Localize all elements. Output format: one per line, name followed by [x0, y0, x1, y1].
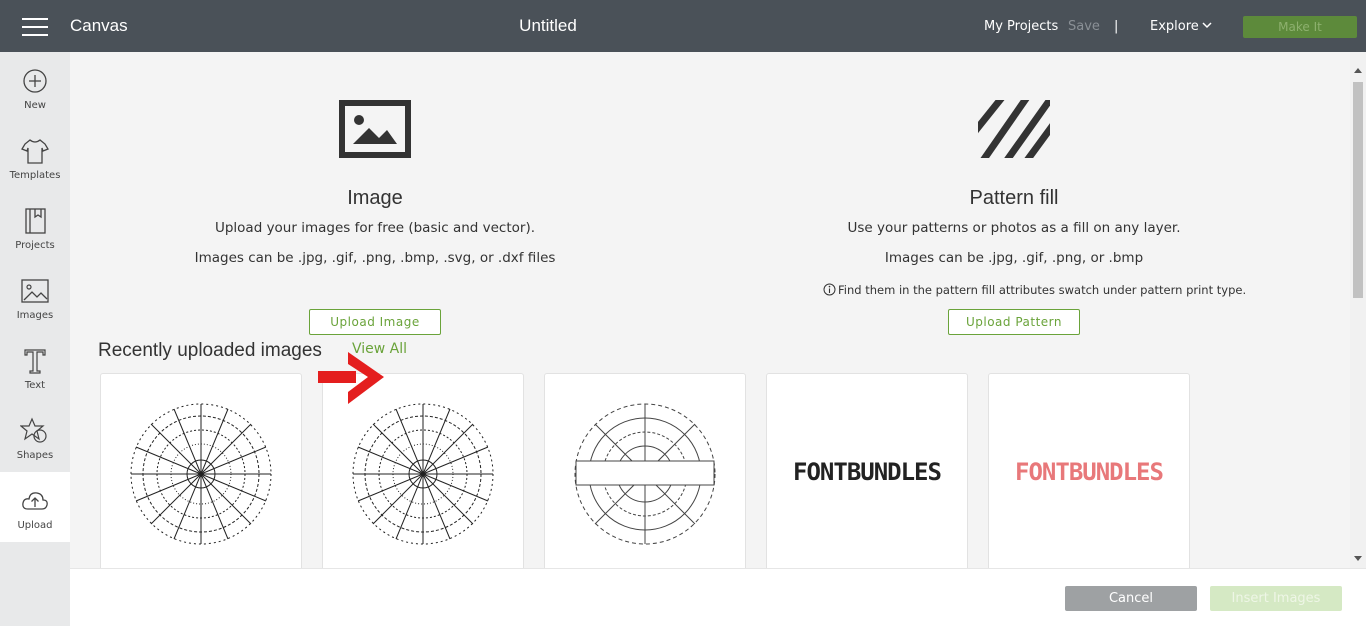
- shirt-icon: [21, 139, 49, 164]
- footer-bar: Cancel Insert Images: [70, 568, 1366, 627]
- info-icon: [823, 283, 836, 296]
- upload-image-button[interactable]: Upload Image: [309, 309, 441, 335]
- sidebar-item-shapes[interactable]: Shapes: [0, 402, 70, 472]
- pattern-section-note: Find them in the pattern fill attributes…: [838, 283, 1247, 297]
- sidebar-item-new[interactable]: New: [0, 52, 70, 122]
- left-sidebar: New Templates Projects Images Text Shape…: [0, 52, 70, 626]
- sidebar-item-label: Images: [16, 310, 54, 321]
- sidebar-item-label: Templates: [9, 170, 61, 181]
- sidebar-item-label: Upload: [17, 520, 53, 531]
- save-link[interactable]: Save: [1068, 19, 1100, 34]
- recent-image-thumb[interactable]: FONTBUNDLES: [988, 373, 1190, 568]
- image-icon: [21, 279, 49, 303]
- document-title[interactable]: Untitled: [0, 16, 1096, 36]
- top-bar: Canvas Untitled My Projects Save | Explo…: [0, 0, 1366, 52]
- upload-panel: Image Upload your images for free (basic…: [70, 52, 1350, 568]
- cloud-upload-icon: [22, 492, 48, 510]
- vertical-scrollbar[interactable]: [1350, 52, 1366, 568]
- cancel-button[interactable]: Cancel: [1065, 586, 1197, 611]
- image-section-title: Image: [347, 187, 403, 209]
- mandala-image: [130, 403, 272, 545]
- recent-image-thumb[interactable]: [544, 373, 746, 568]
- sidebar-item-images[interactable]: Images: [0, 262, 70, 332]
- shapes-icon: [20, 417, 47, 443]
- red-arrow-annotation-icon: [318, 352, 384, 404]
- sidebar-item-upload[interactable]: Upload: [0, 472, 70, 542]
- image-large-icon: [339, 100, 411, 158]
- insert-images-button[interactable]: Insert Images: [1210, 586, 1342, 611]
- recent-image-thumb[interactable]: FONTBUNDLES: [766, 373, 968, 568]
- plus-circle-icon: [23, 69, 47, 93]
- upload-pattern-button[interactable]: Upload Pattern: [948, 309, 1080, 335]
- sidebar-item-text[interactable]: Text: [0, 332, 70, 402]
- sidebar-item-label: New: [24, 100, 46, 111]
- scroll-down-arrow-icon[interactable]: [1354, 556, 1362, 561]
- chevron-down-icon[interactable]: [1202, 20, 1212, 30]
- mandala-image: [352, 403, 494, 545]
- pattern-section-title: Pattern fill: [969, 187, 1059, 209]
- text-icon: [24, 349, 46, 374]
- make-it-button[interactable]: Make It: [1243, 16, 1357, 38]
- pattern-section-line1: Use your patterns or photos as a fill on…: [847, 220, 1181, 236]
- sidebar-item-label: Shapes: [16, 450, 54, 461]
- notebook-icon: [25, 208, 46, 234]
- image-section-line1: Upload your images for free (basic and v…: [214, 220, 536, 236]
- sidebar-item-label: Text: [24, 380, 46, 391]
- recent-image-thumb[interactable]: [100, 373, 302, 568]
- fontbundles-text-image: FONTBUNDLES: [1015, 458, 1164, 486]
- my-projects-link[interactable]: My Projects: [984, 19, 1058, 34]
- header-separator: |: [1114, 19, 1119, 34]
- split-mandala-image: [574, 403, 716, 545]
- sidebar-item-templates[interactable]: Templates: [0, 122, 70, 192]
- image-section-line2: Images can be .jpg, .gif, .png, .bmp, .s…: [194, 250, 556, 266]
- pattern-section-line2: Images can be .jpg, .gif, .png, or .bmp: [884, 250, 1144, 266]
- recently-uploaded-title: Recently uploaded images: [98, 340, 322, 361]
- explore-menu[interactable]: Explore: [1150, 19, 1199, 34]
- pattern-stripes-icon: [978, 100, 1050, 158]
- scroll-up-arrow-icon[interactable]: [1354, 68, 1362, 73]
- fontbundles-text-image: FONTBUNDLES: [793, 458, 942, 486]
- scrollbar-thumb[interactable]: [1353, 82, 1363, 298]
- sidebar-item-label: Projects: [15, 240, 55, 251]
- sidebar-item-projects[interactable]: Projects: [0, 192, 70, 262]
